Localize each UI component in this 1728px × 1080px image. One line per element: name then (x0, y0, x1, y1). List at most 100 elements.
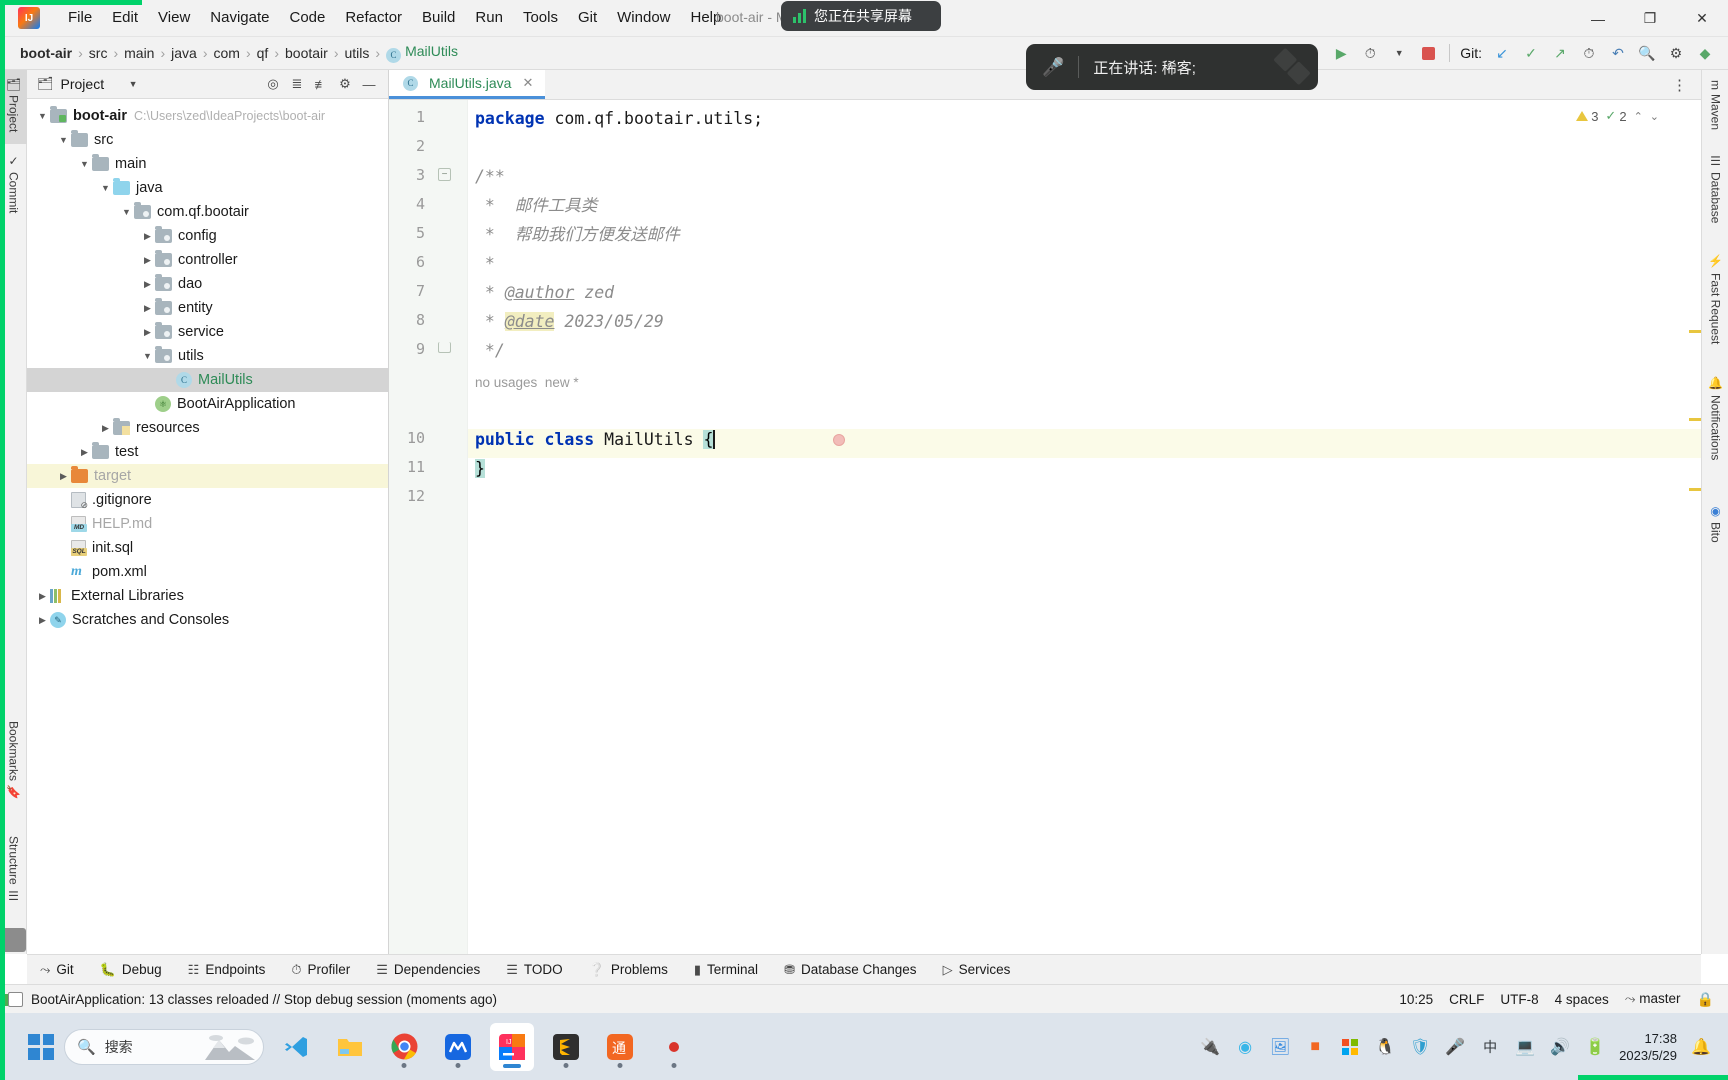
tree-node-main[interactable]: ▼ main (27, 152, 388, 176)
menu-item-tools[interactable]: Tools (513, 6, 568, 30)
taskbar-app-navicat[interactable] (436, 1023, 480, 1071)
app-orange-icon[interactable]: ■ (1304, 1036, 1326, 1058)
breakpoint-indicator-icon[interactable] (833, 434, 845, 446)
tree-node-target[interactable]: ▶ target (27, 464, 388, 488)
scroll-warning-mark[interactable] (1689, 418, 1701, 421)
taskbar-app-vscode[interactable] (274, 1023, 318, 1071)
tree-node-pom-xml[interactable]: ▶ m pom.xml (27, 560, 388, 584)
menu-item-code[interactable]: Code (279, 6, 335, 30)
sidebar-item-fast-request[interactable]: ⚡ Fast Request (1702, 248, 1728, 358)
tree-node-scratches[interactable]: ▶ ✎ Scratches and Consoles (27, 608, 388, 632)
code-text[interactable]: package com.qf.bootair.utils; /** * 邮件工具… (468, 100, 1701, 954)
hide-icon[interactable]: — (358, 73, 380, 95)
taskbar-app-redspot[interactable] (652, 1023, 696, 1071)
settings-gear-icon[interactable]: ⚙ (334, 73, 356, 95)
check-count[interactable]: ✓ 2 (1605, 108, 1626, 124)
stop-icon[interactable] (1415, 41, 1441, 65)
taskbar-search-input[interactable]: 🔍 搜索 (64, 1028, 264, 1065)
breadcrumb-item-java[interactable]: java (167, 43, 201, 63)
chevron-down-icon[interactable]: ⌄ (1650, 110, 1659, 123)
ime-chinese-icon[interactable]: 中 (1479, 1036, 1501, 1058)
tree-node-controller[interactable]: ▶ controller (27, 248, 388, 272)
maximize-button[interactable]: ❐ (1624, 0, 1676, 37)
code-fold-minus-icon[interactable]: − (438, 168, 451, 181)
indent-setting[interactable]: 4 spaces (1555, 992, 1609, 1007)
editor-scrollbar[interactable] (1688, 130, 1701, 984)
ai-assistant-icon[interactable]: ◆ (1692, 41, 1718, 65)
chevron-right-icon[interactable]: ▶ (56, 471, 71, 482)
expand-all-icon[interactable]: ≣ (286, 73, 308, 95)
tool-window-git[interactable]: ⤳ Git (27, 955, 87, 985)
tree-node-java[interactable]: ▼ java (27, 176, 388, 200)
chevron-down-icon[interactable]: ▼ (140, 351, 155, 361)
close-icon[interactable]: ✕ (522, 75, 533, 91)
tool-window-problems[interactable]: ❔ Problems (576, 955, 681, 985)
tool-window-endpoints[interactable]: ☷ Endpoints (175, 955, 279, 985)
code-editor[interactable]: 1 2 3 4 5 6 7 8 9 10 11 12 − package com… (389, 100, 1701, 954)
chevron-down-icon[interactable]: ▼ (119, 207, 134, 217)
tree-node-boot-air[interactable]: ▼ boot-air C:\Users\zed\IdeaProjects\boo… (27, 104, 388, 128)
sidebar-item-maven[interactable]: m Maven (1702, 74, 1728, 136)
menu-item-view[interactable]: View (148, 6, 200, 30)
breadcrumb-item-qf[interactable]: qf (253, 43, 273, 63)
tree-node-mailutils[interactable]: ▶ C MailUtils (27, 368, 388, 392)
debug-icon[interactable]: ⏱ (1357, 41, 1383, 65)
new-hint[interactable]: new * (545, 375, 579, 390)
git-history-icon[interactable]: ⏱ (1576, 41, 1602, 65)
tree-node-utils[interactable]: ▼ utils (27, 344, 388, 368)
taskbar-app-sublime[interactable] (544, 1023, 588, 1071)
run-icon[interactable]: ▶ (1328, 41, 1354, 65)
scroll-warning-mark[interactable] (1689, 488, 1701, 491)
warning-count[interactable]: 3 (1576, 109, 1598, 124)
chevron-down-icon[interactable]: ▼ (122, 73, 144, 95)
microsoft-icon[interactable] (1339, 1036, 1361, 1058)
tool-window-database-changes[interactable]: ⛃ Database Changes (771, 955, 930, 985)
chevron-right-icon[interactable]: ▶ (35, 615, 50, 626)
tool-window-terminal[interactable]: ▮ Terminal (681, 955, 771, 985)
tree-node-entity[interactable]: ▶ entity (27, 296, 388, 320)
breadcrumb-item-main[interactable]: main (120, 43, 158, 63)
tree-node-help-md[interactable]: ▶ MD HELP.md (27, 512, 388, 536)
tool-window-services[interactable]: ▷ Services (930, 955, 1024, 985)
tree-node-dao[interactable]: ▶ dao (27, 272, 388, 296)
inspection-widget[interactable]: 3 ✓ 2 ⌃ ⌄ (1576, 108, 1659, 124)
chevron-right-icon[interactable]: ▶ (140, 303, 155, 314)
git-push-icon[interactable]: ↗ (1547, 41, 1573, 65)
taskbar-app-intellij-idea[interactable]: IJ (490, 1022, 534, 1071)
microphone-icon[interactable]: 🎤 (1444, 1036, 1466, 1058)
tree-node-package-root[interactable]: ▼ com.qf.bootair (27, 200, 388, 224)
chevron-down-icon[interactable]: ▼ (56, 135, 71, 145)
breadcrumb-item-bootair[interactable]: bootair (281, 43, 332, 63)
caret-position[interactable]: 10:25 (1399, 992, 1433, 1007)
tree-node-resources[interactable]: ▶ resources (27, 416, 388, 440)
taskbar-app-tongyi[interactable]: 通 (598, 1023, 642, 1071)
menu-item-file[interactable]: File (58, 6, 102, 30)
git-commit-icon[interactable]: ✓ (1518, 41, 1544, 65)
picture-icon[interactable]: 🖼 (1269, 1036, 1291, 1058)
chevron-down-icon[interactable]: ▼ (98, 183, 113, 193)
tool-window-debug[interactable]: 🐛 Debug (87, 955, 175, 985)
chevron-right-icon[interactable]: ▶ (35, 591, 50, 602)
close-button[interactable]: ✕ (1676, 0, 1728, 37)
sidebar-item-bito[interactable]: ◉ Bito (1702, 498, 1728, 560)
volume-icon[interactable]: 🔊 (1549, 1036, 1571, 1058)
security-shield-icon[interactable]: 🛡 (1409, 1036, 1431, 1058)
menu-item-edit[interactable]: Edit (102, 6, 148, 30)
tree-node-gitignore[interactable]: ▶ .gitignore (27, 488, 388, 512)
more-options-icon[interactable]: ⋮ (1666, 76, 1693, 94)
tree-node-external-libraries[interactable]: ▶ External Libraries (27, 584, 388, 608)
tab-mailutils-java[interactable]: C MailUtils.java ✕ (389, 70, 546, 99)
dropdown-icon[interactable]: ▼ (1386, 41, 1412, 65)
line-separator[interactable]: CRLF (1449, 992, 1484, 1007)
undo-icon[interactable]: ↶ (1605, 41, 1631, 65)
taskbar-app-file-explorer[interactable] (328, 1023, 372, 1071)
settings-icon[interactable]: ⚙ (1663, 41, 1689, 65)
breadcrumb-item-com[interactable]: com (210, 43, 244, 63)
windows-start-icon[interactable] (28, 1033, 54, 1060)
file-encoding[interactable]: UTF-8 (1500, 992, 1538, 1007)
qq-penguin-icon[interactable]: 🐧 (1374, 1036, 1396, 1058)
menu-item-window[interactable]: Window (607, 6, 680, 30)
chevron-right-icon[interactable]: ▶ (98, 423, 113, 434)
line-number-gutter[interactable]: 1 2 3 4 5 6 7 8 9 10 11 12 − (389, 100, 468, 954)
git-update-icon[interactable]: ↙ (1489, 41, 1515, 65)
